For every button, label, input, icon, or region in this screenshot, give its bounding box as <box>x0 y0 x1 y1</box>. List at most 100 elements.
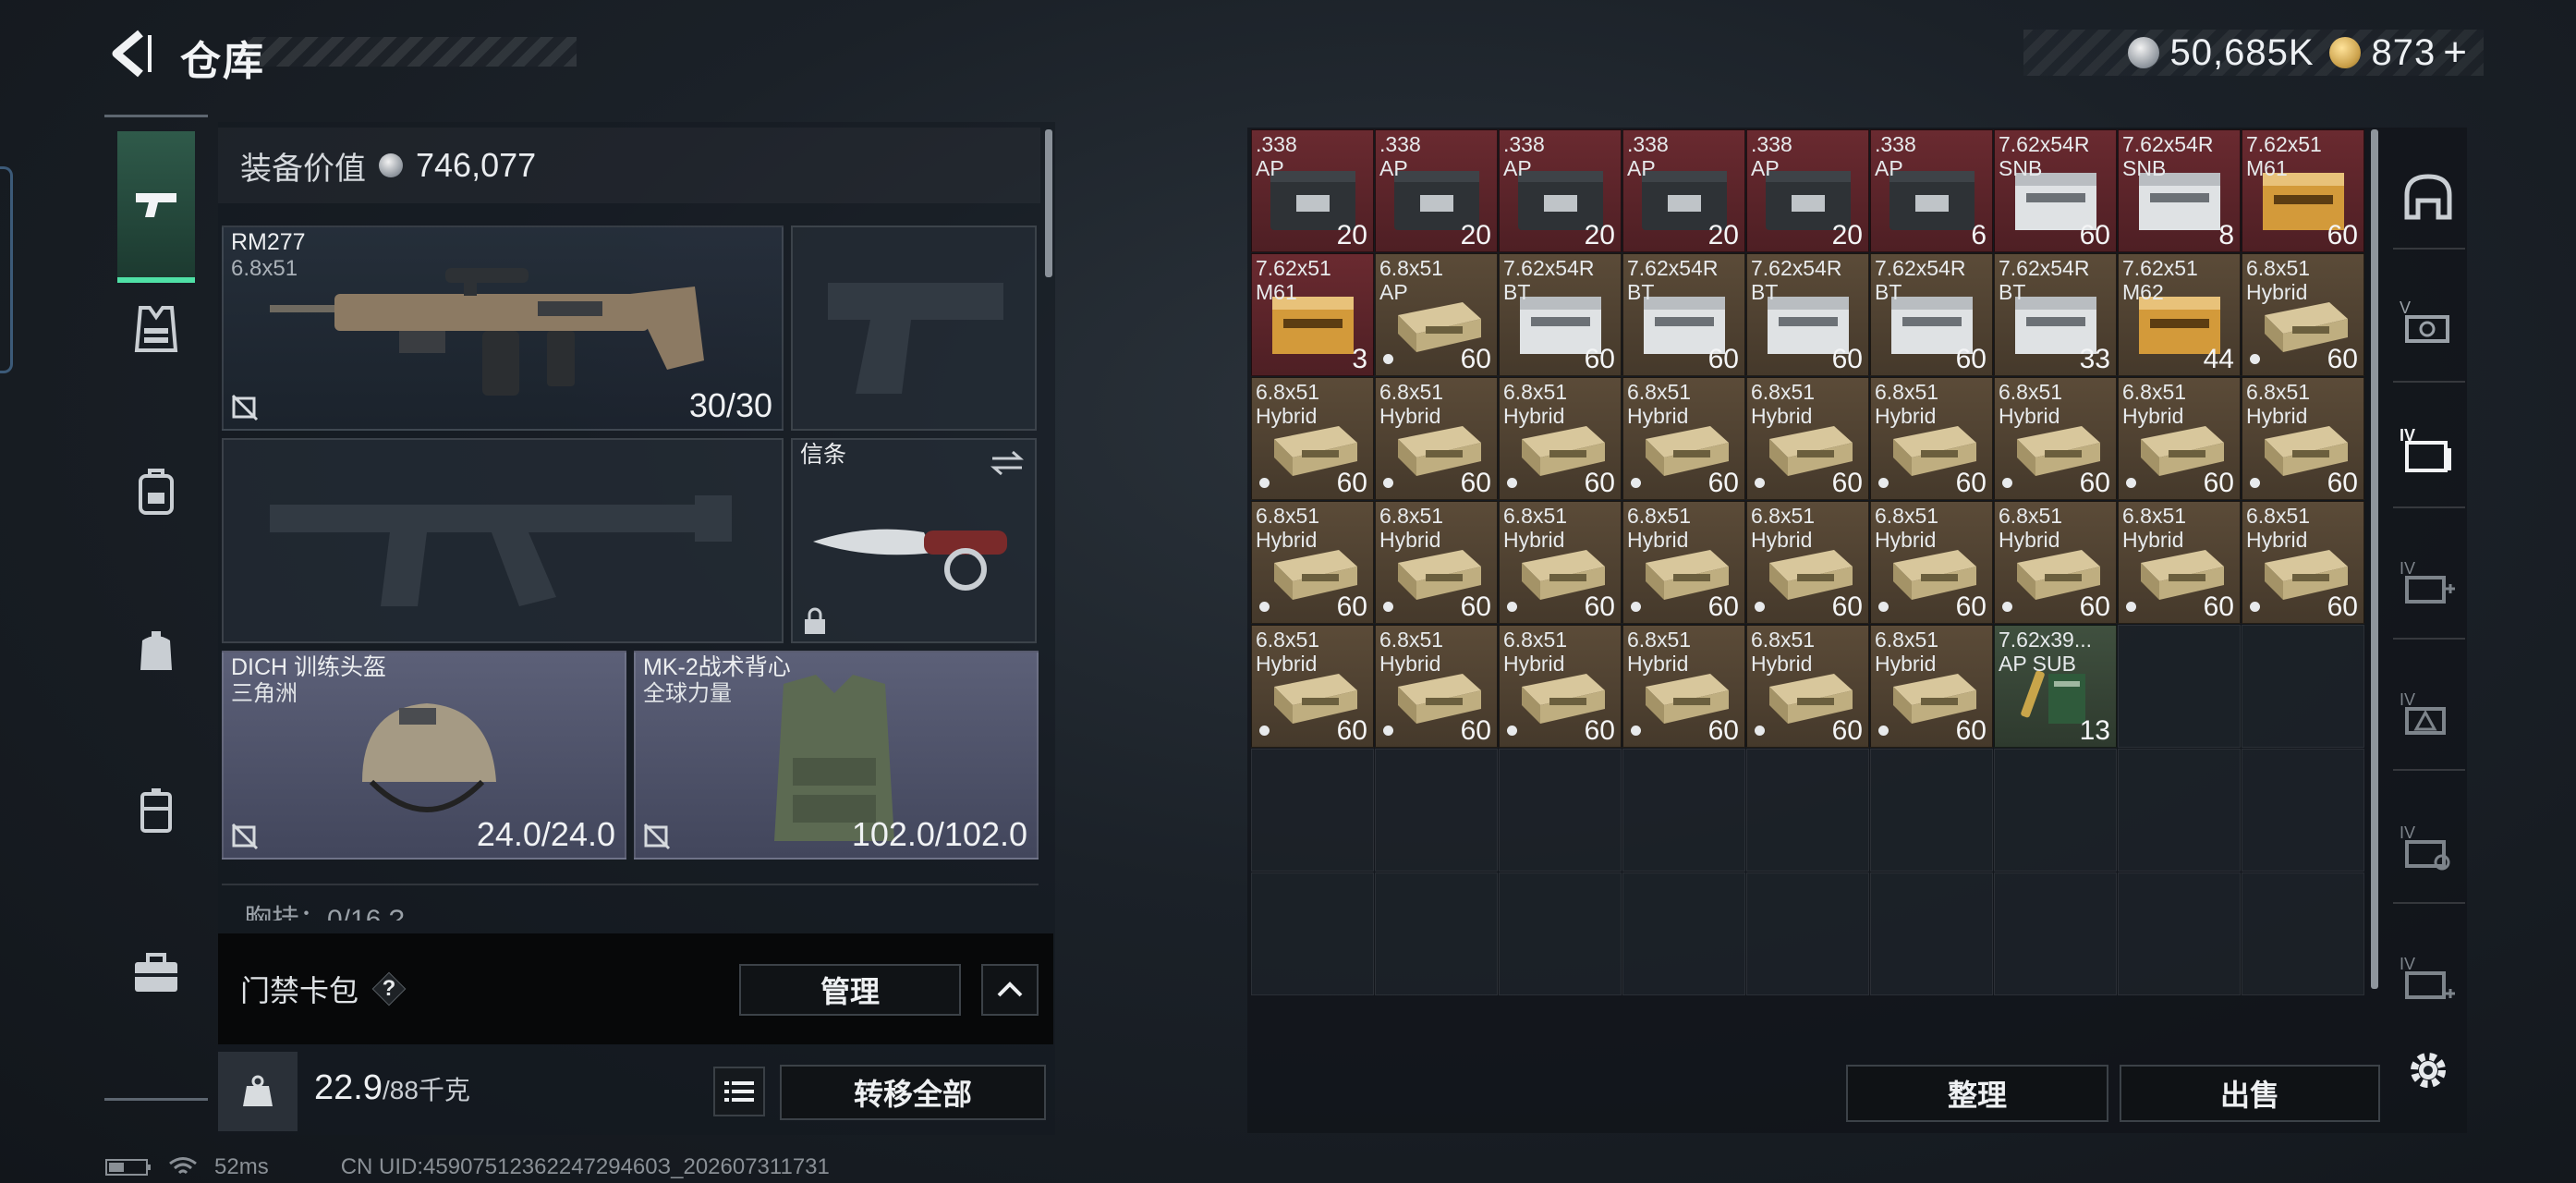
grid-cell[interactable] <box>1251 749 1374 872</box>
inventory-item[interactable]: 6.8x51 Hybrid 60 <box>1499 377 1622 500</box>
settings-button[interactable] <box>2395 1037 2461 1104</box>
grid-cell[interactable] <box>2118 872 2241 995</box>
help-icon[interactable]: ? <box>373 973 405 1005</box>
inventory-item[interactable]: 6.8x51 Hybrid 60 <box>2118 501 2241 624</box>
inventory-item[interactable]: .338 AP 20 <box>1499 129 1622 252</box>
inventory-item[interactable]: 7.62x54R BT 60 <box>1870 253 1993 376</box>
grid-cell[interactable] <box>1870 872 1993 995</box>
inventory-item[interactable]: 6.8x51 Hybrid 60 <box>1746 625 1869 748</box>
inventory-item[interactable]: 7.62x54R SNB 8 <box>2118 129 2241 252</box>
inventory-item[interactable]: .338 AP 20 <box>1622 129 1745 252</box>
grid-cell[interactable] <box>1375 749 1498 872</box>
slot-secondary-pistol[interactable] <box>791 226 1037 431</box>
storage-add-page-1[interactable]: IV <box>2388 547 2469 621</box>
list-view-button[interactable] <box>713 1067 765 1116</box>
grid-cell[interactable] <box>1375 872 1498 995</box>
transfer-all-button[interactable]: 转移全部 <box>780 1065 1046 1120</box>
inventory-item[interactable]: 7.62x54R BT 60 <box>1622 253 1745 376</box>
inventory-item[interactable]: .338 AP 20 <box>1251 129 1374 252</box>
inventory-item[interactable]: .338 AP 20 <box>1746 129 1869 252</box>
inventory-item[interactable]: 6.8x51 Hybrid 60 <box>1375 501 1498 624</box>
inventory-item[interactable]: 6.8x51 Hybrid 60 <box>1870 501 1993 624</box>
inventory-item[interactable]: 6.8x51 Hybrid 60 <box>2242 501 2364 624</box>
grid-cell[interactable] <box>1994 749 2117 872</box>
inventory-item[interactable]: 6.8x51 Hybrid 60 <box>1375 377 1498 500</box>
inventory-item[interactable]: 7.62x54R BT 60 <box>1746 253 1869 376</box>
grid-cell[interactable] <box>2242 749 2364 872</box>
back-button[interactable] <box>103 26 159 81</box>
inventory-item[interactable]: 6.8x51 Hybrid 60 <box>1746 501 1869 624</box>
slot-helmet[interactable]: DICH 训练头盔 三角洲 24.0/24.0 <box>222 651 626 860</box>
storage-page-main[interactable] <box>2388 159 2469 233</box>
slot-melee[interactable]: 信条 <box>791 438 1037 643</box>
inventory-item[interactable]: 6.8x51 Hybrid 60 <box>1622 377 1745 500</box>
inventory-item[interactable]: 6.8x51 Hybrid 60 <box>2242 253 2364 376</box>
inventory-item[interactable]: 6.8x51 Hybrid 60 <box>1994 377 2117 500</box>
inventory-item[interactable]: 6.8x51 Hybrid 60 <box>1870 377 1993 500</box>
equipment-scrollbar[interactable] <box>1045 129 1052 277</box>
grid-cell[interactable] <box>1622 872 1745 995</box>
inventory-item[interactable]: 7.62x54R BT 60 <box>1499 253 1622 376</box>
inventory-item[interactable]: 6.8x51 Hybrid 60 <box>1994 501 2117 624</box>
slot-secondary-weapon[interactable] <box>222 438 784 643</box>
manage-button[interactable]: 管理 <box>739 964 961 1016</box>
grid-cell[interactable] <box>1499 872 1622 995</box>
inventory-item[interactable]: 6.8x51 AP 60 <box>1375 253 1498 376</box>
item-name: 7.62x54R SNB <box>2122 132 2214 180</box>
slot-primary-weapon[interactable]: RM277 6.8x51 30/30 <box>222 226 784 431</box>
inventory-item[interactable]: .338 AP 20 <box>1375 129 1498 252</box>
add-currency-icon[interactable]: + <box>2443 30 2467 76</box>
tab-pouch[interactable] <box>117 612 195 689</box>
storage-page-5[interactable]: V <box>2388 287 2469 360</box>
grid-cell[interactable] <box>1499 749 1622 872</box>
inventory-item[interactable]: 7.62x51 M62 44 <box>2118 253 2241 376</box>
storage-add-page-3[interactable]: IV <box>2388 811 2469 885</box>
inventory-item[interactable]: 6.8x51 Hybrid 60 <box>2242 377 2364 500</box>
grid-cell[interactable] <box>1994 872 2117 995</box>
storage-add-page-2[interactable]: IV <box>2388 678 2469 752</box>
grid-cell[interactable] <box>2118 749 2241 872</box>
slot-body-armor[interactable]: MK-2战术背心 全球力量 102.0/102.0 <box>634 651 1039 860</box>
tab-container[interactable] <box>117 773 195 850</box>
inventory-item[interactable]: 6.8x51 Hybrid 60 <box>1622 501 1745 624</box>
add-storage-triangle-icon: IV <box>2400 690 2446 735</box>
grid-cell[interactable] <box>2242 872 2364 995</box>
storage-add-page-4[interactable]: IV <box>2388 943 2469 1017</box>
grid-cell[interactable] <box>2118 625 2241 748</box>
inventory-item[interactable]: 6.8x51 Hybrid 60 <box>1499 501 1622 624</box>
grid-cell[interactable] <box>1870 749 1993 872</box>
inventory-item[interactable]: 6.8x51 Hybrid 60 <box>1251 501 1374 624</box>
inventory-item[interactable]: 7.62x51 M61 3 <box>1251 253 1374 376</box>
inventory-item[interactable]: 7.62x39... AP SUB 13 <box>1994 625 2117 748</box>
edge-handle[interactable] <box>0 166 13 373</box>
grid-cell[interactable] <box>1746 749 1869 872</box>
silver-coin-icon <box>2127 37 2159 68</box>
storage-scrollbar[interactable] <box>2371 129 2378 989</box>
inventory-item[interactable]: 6.8x51 Hybrid 60 <box>1251 625 1374 748</box>
swap-icon[interactable] <box>989 449 1026 477</box>
collapse-button[interactable] <box>981 964 1039 1016</box>
inventory-item[interactable]: 7.62x51 M61 60 <box>2242 129 2364 252</box>
inventory-item[interactable]: 6.8x51 Hybrid 60 <box>1499 625 1622 748</box>
inventory-item[interactable]: 6.8x51 Hybrid 60 <box>2118 377 2241 500</box>
sort-button[interactable]: 整理 <box>1846 1065 2108 1122</box>
grid-cell[interactable] <box>2242 625 2364 748</box>
inventory-item[interactable]: 6.8x51 Hybrid 60 <box>1375 625 1498 748</box>
inventory-item[interactable]: 6.8x51 Hybrid 60 <box>1622 625 1745 748</box>
chest-rig-capacity-row[interactable]: 胸挂：0/16 ? <box>222 884 1039 921</box>
tab-chest-rig[interactable] <box>117 290 195 368</box>
tab-case[interactable] <box>117 935 195 1013</box>
tab-weapons[interactable] <box>117 131 195 283</box>
inventory-item[interactable]: 6.8x51 Hybrid 60 <box>1746 377 1869 500</box>
inventory-item[interactable]: 6.8x51 Hybrid 60 <box>1870 625 1993 748</box>
grid-cell[interactable] <box>1622 749 1745 872</box>
grid-cell[interactable] <box>1251 872 1374 995</box>
inventory-item[interactable]: 7.62x54R BT 33 <box>1994 253 2117 376</box>
inventory-item[interactable]: 6.8x51 Hybrid 60 <box>1251 377 1374 500</box>
inventory-item[interactable]: 7.62x54R SNB 60 <box>1994 129 2117 252</box>
tab-backpack[interactable] <box>117 453 195 531</box>
inventory-item[interactable]: .338 AP 6 <box>1870 129 1993 252</box>
grid-cell[interactable] <box>1746 872 1869 995</box>
sell-button[interactable]: 出售 <box>2120 1065 2380 1122</box>
storage-page-4[interactable]: IV <box>2388 414 2469 488</box>
